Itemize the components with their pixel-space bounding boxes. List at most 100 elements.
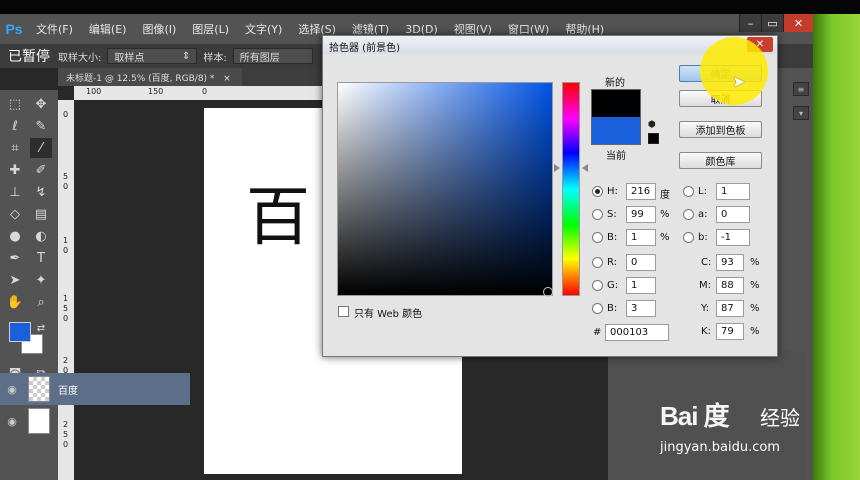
color-field[interactable]: [337, 82, 553, 296]
eraser-tool-icon[interactable]: ◇: [4, 204, 26, 224]
maximize-button[interactable]: ▭: [761, 14, 783, 32]
r-input[interactable]: 0: [626, 254, 656, 271]
hand-tool-icon[interactable]: ✋: [4, 292, 26, 312]
s-unit: %: [660, 209, 670, 220]
mouse-pointer-icon: ➤: [732, 72, 746, 91]
layer-thumbnail: [28, 408, 50, 434]
l-label: L:: [698, 186, 707, 197]
menu-type[interactable]: 文字(Y): [237, 21, 290, 37]
cursor-highlight: [700, 37, 768, 105]
quick-select-tool-icon[interactable]: ✎: [30, 116, 52, 136]
l-input[interactable]: 1: [716, 183, 750, 200]
document-tab[interactable]: 未标题-1 @ 12.5% (百度, RGB/8) * ×: [58, 68, 242, 86]
lab-b-radio[interactable]: [683, 232, 694, 243]
c-unit: %: [750, 257, 760, 268]
dropdown-arrow-icon: ⇕: [181, 50, 191, 62]
layer-row[interactable]: ◉ 百度: [0, 373, 190, 405]
layer-row[interactable]: ◉: [0, 405, 190, 437]
crop-tool-icon[interactable]: ⌗: [4, 138, 26, 158]
ruler-label: 0: [202, 87, 208, 96]
panel-button[interactable]: ≡: [793, 82, 809, 96]
menu-layer[interactable]: 图层(L): [184, 21, 237, 37]
web-colors-checkbox[interactable]: [338, 306, 349, 317]
sample-select[interactable]: 所有图层: [232, 48, 313, 64]
pen-tool-icon[interactable]: ✒: [4, 248, 26, 268]
ruler-label: 2: [63, 356, 69, 365]
k-label: K:: [701, 326, 711, 337]
dodge-tool-icon[interactable]: ◐: [30, 226, 52, 246]
r-label: R:: [607, 257, 618, 268]
r-radio[interactable]: [592, 257, 603, 268]
sample-size-label: 取样大小:: [58, 52, 102, 64]
new-color-swatch: [591, 89, 641, 117]
g-input[interactable]: 1: [626, 277, 656, 294]
marquee-tool-icon[interactable]: ⬚: [4, 94, 26, 114]
sample-size-value: 取样点: [114, 52, 145, 64]
healing-brush-icon[interactable]: ✚: [4, 160, 26, 180]
a-radio[interactable]: [683, 209, 694, 220]
zoom-tool-icon[interactable]: ⌕: [30, 292, 52, 312]
web-safe-swatch[interactable]: [648, 133, 659, 144]
menu-edit[interactable]: 编辑(E): [81, 21, 135, 37]
b-input[interactable]: 1: [626, 229, 656, 246]
c-input[interactable]: 93: [716, 254, 744, 271]
hue-slider-handle-right[interactable]: [582, 164, 588, 172]
color-libraries-button[interactable]: 颜色库: [679, 152, 762, 169]
move-tool-icon[interactable]: ✥: [30, 94, 52, 114]
watermark-url: jingyan.baidu.com: [660, 440, 780, 455]
b-label: B:: [607, 232, 618, 243]
color-field-cursor[interactable]: [543, 287, 553, 297]
clone-stamp-icon[interactable]: ⊥: [4, 182, 26, 202]
menu-3d[interactable]: 3D(D): [397, 23, 446, 36]
h-label: H:: [607, 186, 618, 197]
h-input[interactable]: 216: [626, 183, 656, 200]
history-brush-icon[interactable]: ↯: [30, 182, 52, 202]
paused-label: 已暂停: [8, 49, 50, 65]
web-colors-label: 只有 Web 颜色: [354, 309, 423, 320]
close-window-button[interactable]: ✕: [783, 14, 813, 32]
y-label: Y:: [701, 303, 710, 314]
k-unit: %: [750, 326, 760, 337]
g-radio[interactable]: [592, 280, 603, 291]
panel-button[interactable]: ▾: [793, 106, 809, 120]
minimize-button[interactable]: –: [739, 14, 761, 32]
hue-slider[interactable]: [562, 82, 580, 296]
y-input[interactable]: 87: [716, 300, 744, 317]
m-label: M:: [699, 280, 711, 291]
out-of-gamut-cube-icon[interactable]: ⬢: [648, 120, 658, 130]
add-to-swatches-button[interactable]: 添加到色板: [679, 121, 762, 138]
a-input[interactable]: 0: [716, 206, 750, 223]
brush-tool-icon[interactable]: ✐: [30, 160, 52, 180]
watermark: Bai 度 经验 jingyan.baidu.com: [660, 390, 820, 470]
eyedropper-tool-icon[interactable]: ⁄: [30, 138, 52, 158]
menu-file[interactable]: 文件(F): [28, 21, 81, 37]
current-color-swatch[interactable]: [591, 117, 641, 145]
menu-image[interactable]: 图像(I): [134, 21, 184, 37]
hue-slider-handle-left[interactable]: [554, 164, 560, 172]
l-radio[interactable]: [683, 186, 694, 197]
foreground-color-swatch[interactable]: [9, 322, 31, 342]
m-input[interactable]: 88: [716, 277, 744, 294]
c-label: C:: [701, 257, 712, 268]
shape-tool-icon[interactable]: ✦: [30, 270, 52, 290]
blue-input[interactable]: 3: [626, 300, 656, 317]
lab-b-input[interactable]: -1: [716, 229, 750, 246]
k-input[interactable]: 79: [716, 323, 744, 340]
current-color-label: 当前: [606, 151, 626, 162]
eye-icon[interactable]: ◉: [0, 415, 24, 428]
close-tab-icon[interactable]: ×: [223, 74, 231, 84]
lasso-tool-icon[interactable]: ℓ: [4, 116, 26, 136]
blue-radio[interactable]: [592, 303, 603, 314]
type-tool-icon[interactable]: T: [30, 248, 52, 268]
eye-icon[interactable]: ◉: [0, 383, 24, 396]
blur-tool-icon[interactable]: ●: [4, 226, 26, 246]
gradient-tool-icon[interactable]: ▤: [30, 204, 52, 224]
s-radio[interactable]: [592, 209, 603, 220]
s-input[interactable]: 99: [626, 206, 656, 223]
b-radio[interactable]: [592, 232, 603, 243]
sample-size-select[interactable]: 取样点 ⇕: [107, 48, 198, 64]
hex-input[interactable]: 000103: [605, 324, 669, 341]
h-radio[interactable]: [592, 186, 603, 197]
hex-label: #: [593, 327, 602, 338]
path-select-icon[interactable]: ➤: [4, 270, 26, 290]
